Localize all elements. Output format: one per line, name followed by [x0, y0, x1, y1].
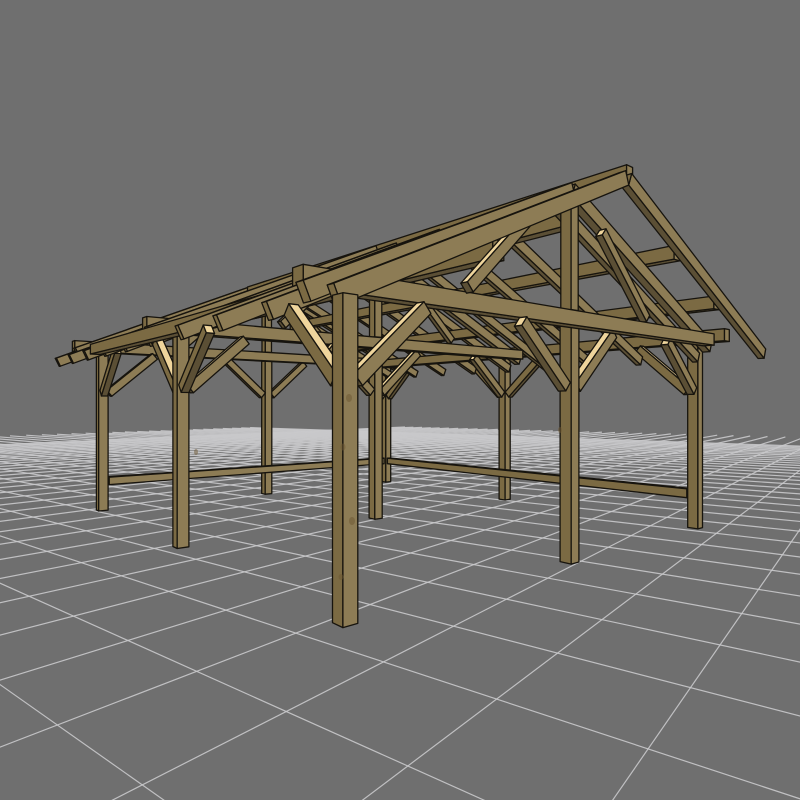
wood-knot [339, 574, 344, 580]
member-face [698, 343, 703, 529]
member-face [265, 361, 272, 494]
member-face [560, 325, 571, 564]
viewport-3d[interactable] [0, 0, 800, 800]
member-post-right-corner[interactable] [688, 343, 703, 529]
wood-knot [341, 444, 346, 451]
wood-knot [346, 394, 352, 402]
member-face [571, 325, 579, 564]
member-post-corner-near[interactable] [333, 293, 358, 628]
wood-knot [349, 517, 355, 525]
member-face [375, 348, 382, 519]
viewport-3d-canvas[interactable] [0, 0, 800, 800]
member-face [725, 329, 730, 342]
member-face [343, 293, 358, 628]
member-king-post-near[interactable] [561, 197, 578, 312]
member-post-right-mid[interactable] [499, 358, 510, 500]
wood-knot [558, 427, 562, 433]
viewport-background [0, 0, 800, 800]
wood-knot [194, 449, 198, 455]
member-face [499, 358, 505, 500]
member-face [505, 358, 510, 500]
member-face [561, 197, 571, 311]
member-face [571, 197, 578, 311]
member-face [688, 343, 698, 529]
member-post-front-right-mid[interactable] [560, 325, 579, 564]
member-post-back-mid[interactable] [262, 361, 272, 494]
